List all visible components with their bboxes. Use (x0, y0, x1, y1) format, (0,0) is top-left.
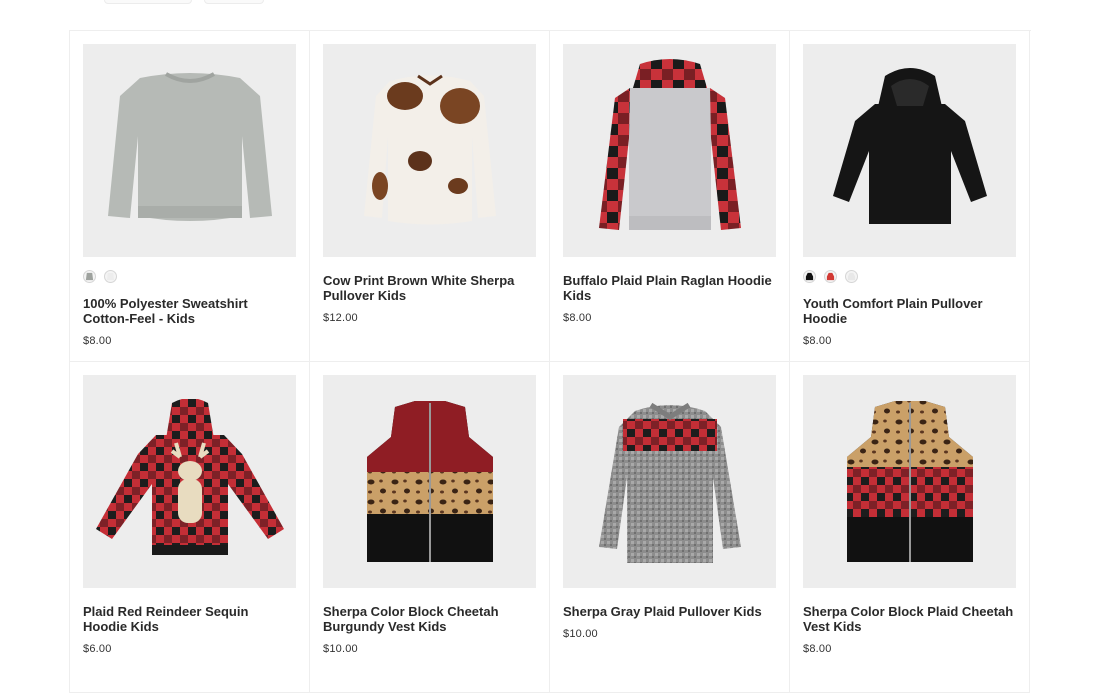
swatch-white[interactable] (845, 270, 858, 283)
product-card[interactable]: Sherpa Gray Plaid Pullover Kids $10.00 (550, 362, 790, 693)
product-title[interactable]: Buffalo Plaid Plain Raglan Hoodie Kids (563, 273, 776, 303)
product-card[interactable]: 100% Polyester Sweatshirt Cotton-Feel - … (70, 31, 310, 362)
product-grid: 100% Polyester Sweatshirt Cotton-Feel - … (69, 30, 1031, 693)
filter-pill[interactable] (104, 0, 192, 4)
black-hoodie-image (832, 67, 987, 224)
plaid-raglan-hoodie-image (598, 59, 741, 230)
swatch-white[interactable] (104, 270, 117, 283)
product-price: $8.00 (803, 335, 832, 347)
product-title[interactable]: Sherpa Gray Plaid Pullover Kids (563, 604, 776, 619)
product-title[interactable]: Plaid Red Reindeer Sequin Hoodie Kids (83, 604, 296, 634)
cow-print-pullover-image (363, 74, 496, 224)
product-card[interactable]: Buffalo Plaid Plain Raglan Hoodie Kids $… (550, 31, 790, 362)
product-title[interactable]: Sherpa Color Block Cheetah Burgundy Vest… (323, 604, 536, 634)
product-title[interactable]: 100% Polyester Sweatshirt Cotton-Feel - … (83, 296, 296, 326)
product-image[interactable] (83, 375, 296, 588)
reindeer-hoodie-image (96, 399, 284, 555)
product-title[interactable]: Cow Print Brown White Sherpa Pullover Ki… (323, 273, 536, 303)
gray-sweatshirt-image (107, 71, 272, 221)
product-card[interactable]: Youth Comfort Plain Pullover Hoodie $8.0… (790, 31, 1030, 362)
swatch-black[interactable] (803, 270, 816, 283)
cheetah-burgundy-vest-image (366, 400, 493, 562)
product-price: $10.00 (563, 628, 598, 640)
product-price: $8.00 (803, 643, 832, 655)
color-swatches (83, 270, 296, 284)
product-card[interactable]: Sherpa Color Block Cheetah Burgundy Vest… (310, 362, 550, 693)
plaid-cheetah-vest-image (846, 400, 973, 562)
product-card[interactable]: Plaid Red Reindeer Sequin Hoodie Kids $6… (70, 362, 310, 693)
product-image[interactable] (803, 375, 1016, 588)
product-price: $8.00 (83, 335, 112, 347)
product-image[interactable] (563, 44, 776, 257)
color-swatches (803, 270, 1016, 284)
product-price: $10.00 (323, 643, 358, 655)
product-title[interactable]: Youth Comfort Plain Pullover Hoodie (803, 296, 1016, 326)
product-image[interactable] (323, 375, 536, 588)
swatch-gray[interactable] (83, 270, 96, 283)
product-card[interactable]: Sherpa Color Block Plaid Cheetah Vest Ki… (790, 362, 1030, 693)
product-card[interactable]: Cow Print Brown White Sherpa Pullover Ki… (310, 31, 550, 362)
product-price: $12.00 (323, 312, 358, 324)
product-image[interactable] (563, 375, 776, 588)
filter-pill[interactable] (204, 0, 264, 4)
gray-plaid-pullover-image (598, 402, 741, 563)
swatch-red[interactable] (824, 270, 837, 283)
product-title[interactable]: Sherpa Color Block Plaid Cheetah Vest Ki… (803, 604, 1016, 634)
product-price: $8.00 (563, 312, 592, 324)
product-price: $6.00 (83, 643, 112, 655)
top-filter-pills (104, 0, 264, 4)
product-image[interactable] (323, 44, 536, 257)
product-image[interactable] (803, 44, 1016, 257)
product-image[interactable] (83, 44, 296, 257)
